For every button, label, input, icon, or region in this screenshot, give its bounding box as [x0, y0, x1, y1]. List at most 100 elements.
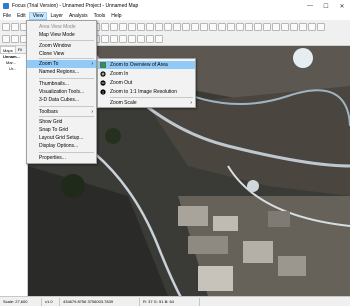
view-menu-item-snap-to-grid[interactable]: Snap To Grid: [27, 126, 96, 134]
view-menu-item-display-options[interactable]: Display Options...: [27, 142, 96, 150]
submenu-arrow-icon: ›: [91, 109, 93, 115]
menu-separator: [39, 152, 94, 153]
view-menu-item-3-d-data-cubes[interactable]: 3-D Data Cubes...: [27, 96, 96, 104]
view-menu-item-layout-grid-setup[interactable]: Layout Grid Setup...: [27, 134, 96, 142]
menu-item-label: Thumbnails...: [39, 81, 70, 87]
toolbar-row2-tool-12-icon[interactable]: [101, 34, 109, 43]
menu-item-label: Snap To Grid: [39, 127, 69, 133]
toolbar-row1-tool-29-icon[interactable]: [254, 22, 262, 31]
menu-separator: [39, 58, 94, 59]
close-button[interactable]: ✕: [334, 0, 350, 12]
zoom-to-submenu: Zoom to Overview of Area Zoom In Zoom Out 1…: [97, 58, 196, 108]
toolbar-row2-tool-16-icon[interactable]: [137, 34, 145, 43]
menu-item-label: Zoom Out: [110, 80, 133, 86]
view-menu-item-clone-view[interactable]: Clone View: [27, 50, 96, 58]
toolbar-row1-tool-27-icon[interactable]: [236, 22, 244, 31]
maximize-button[interactable]: ☐: [318, 0, 334, 12]
window-title: Focus (Trial Version) - Unnamed Project …: [12, 3, 139, 9]
menu-help[interactable]: Help: [108, 12, 124, 20]
toolbar-row1-tool-21-icon[interactable]: [182, 22, 190, 31]
view-menu-item-named-regions[interactable]: Named Regions...: [27, 68, 96, 76]
view-menu: Area View Mode Map View Mode Zoom Window Cl…: [26, 20, 97, 164]
zoom-menu-item-zoom-scale[interactable]: Zoom Scale ›: [98, 99, 195, 107]
view-menu-item-map-view-mode[interactable]: Map View Mode: [27, 31, 96, 39]
menu-item-label: Zoom Scale: [110, 100, 137, 106]
toolbar-row1-tool-35-icon[interactable]: [308, 22, 316, 31]
scale-readout: Scale: 27,600: [0, 297, 42, 306]
view-menu-item-thumbnails[interactable]: Thumbnails...: [27, 80, 96, 88]
menu-layer[interactable]: Layer: [47, 12, 66, 20]
toolbar-row1-tool-15-icon[interactable]: [128, 22, 136, 31]
menu-separator: [39, 40, 94, 41]
toolbar-row1-tool-26-icon[interactable]: [227, 22, 235, 31]
toolbar-row1-tool-30-icon[interactable]: [263, 22, 271, 31]
toolbar-row1-tool-33-icon[interactable]: [290, 22, 298, 31]
menu-view[interactable]: View: [28, 12, 48, 20]
view-menu-item-area-view-mode[interactable]: Area View Mode: [27, 23, 96, 31]
view-menu-item-show-grid[interactable]: Show Grid: [27, 118, 96, 126]
view-menu-item-visualization-tools[interactable]: Visualization Tools...: [27, 88, 96, 96]
toolbar-row2-tool-1-icon[interactable]: [2, 34, 10, 43]
toolbar-row1-tool-34-icon[interactable]: [299, 22, 307, 31]
toolbar-row1-tool-23-icon[interactable]: [200, 22, 208, 31]
toolbar-row1-tool-28-icon[interactable]: [245, 22, 253, 31]
toolbar-row2-tool-15-icon[interactable]: [128, 34, 136, 43]
menu-separator: [39, 116, 94, 117]
zoom-menu-item-zoom-to-overview-of-area[interactable]: Zoom to Overview of Area: [98, 61, 195, 69]
menu-item-label: Properties...: [39, 155, 66, 161]
toolbar-row2-tool-2-icon[interactable]: [11, 34, 19, 43]
tab-maps[interactable]: Maps: [0, 46, 16, 53]
menu-file[interactable]: File: [0, 12, 14, 20]
menu-item-label: Zoom Window: [39, 43, 71, 49]
zoom-menu-item-zoom-to-1-1-image-resolution[interactable]: 1 Zoom to 1:1 Image Resolution: [98, 88, 195, 96]
menu-item-label: Visualization Tools...: [39, 89, 85, 95]
menu-item-label: Zoom To: [39, 61, 59, 67]
toolbar-row2-tool-17-icon[interactable]: [146, 34, 154, 43]
menu-edit[interactable]: Edit: [14, 12, 29, 20]
zoom-overview-icon: [100, 62, 106, 68]
zoom-menu-item-zoom-in[interactable]: Zoom In: [98, 70, 195, 78]
toolbar-row1-tool-18-icon[interactable]: [155, 22, 163, 31]
toolbar-row2-tool-18-icon[interactable]: [155, 34, 163, 43]
view-menu-item-zoom-to[interactable]: Zoom To ›: [27, 60, 96, 68]
toolbar-row1-tool-24-icon[interactable]: [209, 22, 217, 31]
status-bar: Scale: 27,600 x1.0 434679.8756 3706003.7…: [0, 296, 350, 306]
submenu-arrow-icon: ›: [190, 100, 192, 106]
toolbar-row1-tool-16-icon[interactable]: [137, 22, 145, 31]
toolbar-row1-tool-1-icon[interactable]: [2, 22, 10, 31]
view-menu-item-zoom-window[interactable]: Zoom Window: [27, 42, 96, 50]
tab-files[interactable]: Fil: [16, 46, 24, 53]
toolbar-row1-tool-36-icon[interactable]: [317, 22, 325, 31]
menu-separator: [110, 97, 193, 98]
menu-item-label: Show Grid: [39, 119, 63, 125]
toolbar-row1-tool-20-icon[interactable]: [173, 22, 181, 31]
view-menu-item-toolbars[interactable]: Toolbars ›: [27, 108, 96, 116]
toolbar-row1-tool-31-icon[interactable]: [272, 22, 280, 31]
pixel-value-readout: R: 37 G: 51 B: 64: [140, 297, 200, 306]
toolbar-row1-tool-12-icon[interactable]: [101, 22, 109, 31]
toolbar-row1-tool-17-icon[interactable]: [146, 22, 154, 31]
tree-layer[interactable]: Ur...: [0, 66, 27, 72]
toolbar-row1-tool-13-icon[interactable]: [110, 22, 118, 31]
menu-item-label: Zoom to 1:1 Image Resolution: [110, 89, 177, 95]
menu-item-label: Area View Mode: [39, 24, 76, 30]
zoom-one-to-one-icon: 1: [100, 89, 106, 95]
menu-analysis[interactable]: Analysis: [66, 12, 91, 20]
menu-tools[interactable]: Tools: [91, 12, 109, 20]
menu-item-label: Zoom to Overview of Area: [110, 62, 168, 68]
toolbar-row1-tool-19-icon[interactable]: [164, 22, 172, 31]
zoom-readout: x1.0: [42, 297, 60, 306]
toolbar-row2-tool-14-icon[interactable]: [119, 34, 127, 43]
minimize-button[interactable]: —: [302, 0, 318, 12]
menu-item-label: Layout Grid Setup...: [39, 135, 84, 141]
toolbar-row1-tool-25-icon[interactable]: [218, 22, 226, 31]
toolbar-row1-tool-2-icon[interactable]: [11, 22, 19, 31]
toolbar-row1-tool-14-icon[interactable]: [119, 22, 127, 31]
zoom-menu-item-zoom-out[interactable]: Zoom Out: [98, 79, 195, 87]
menu-item-label: Map View Mode: [39, 32, 75, 38]
toolbar-row1-tool-22-icon[interactable]: [191, 22, 199, 31]
toolbar-row2-tool-13-icon[interactable]: [110, 34, 118, 43]
zoom-in-icon: [100, 71, 106, 77]
view-menu-item-properties[interactable]: Properties...: [27, 154, 96, 162]
toolbar-row1-tool-32-icon[interactable]: [281, 22, 289, 31]
